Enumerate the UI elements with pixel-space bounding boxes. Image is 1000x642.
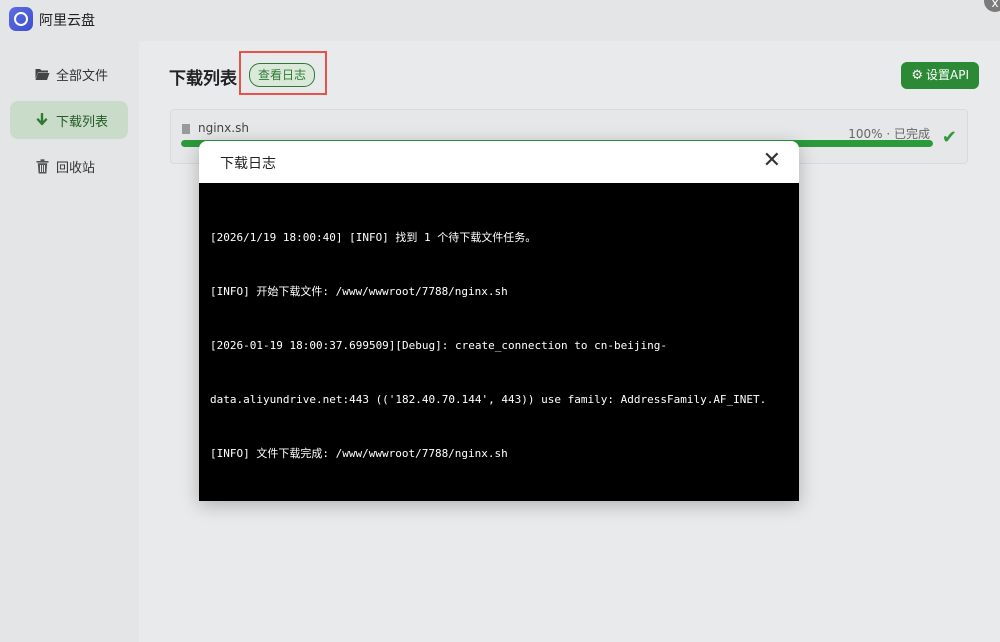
log-console: [2026/1/19 18:00:40] [INFO] 找到 1 个待下载文件任…: [199, 183, 799, 501]
log-line: [2026-01-19 18:00:37.699509][Debug]: cre…: [210, 339, 667, 352]
log-line: data.aliyundrive.net:443 (('182.40.70.14…: [210, 393, 767, 406]
log-line: [INFO] 开始下载文件: /www/wwwroot/7788/nginx.s…: [210, 285, 508, 298]
log-line: [2026/1/19 18:00:40] [INFO] 找到 1 个待下载文件任…: [210, 231, 537, 244]
download-log-dialog: 下载日志 ✕ [2026/1/19 18:00:40] [INFO] 找到 1 …: [199, 141, 799, 501]
log-line: [INFO] 文件下载完成: /www/wwwroot/7788/nginx.s…: [210, 447, 508, 460]
dialog-title: 下载日志: [220, 156, 276, 172]
dialog-header: 下载日志 ✕: [199, 141, 799, 184]
dialog-close-button[interactable]: ✕: [763, 150, 781, 172]
